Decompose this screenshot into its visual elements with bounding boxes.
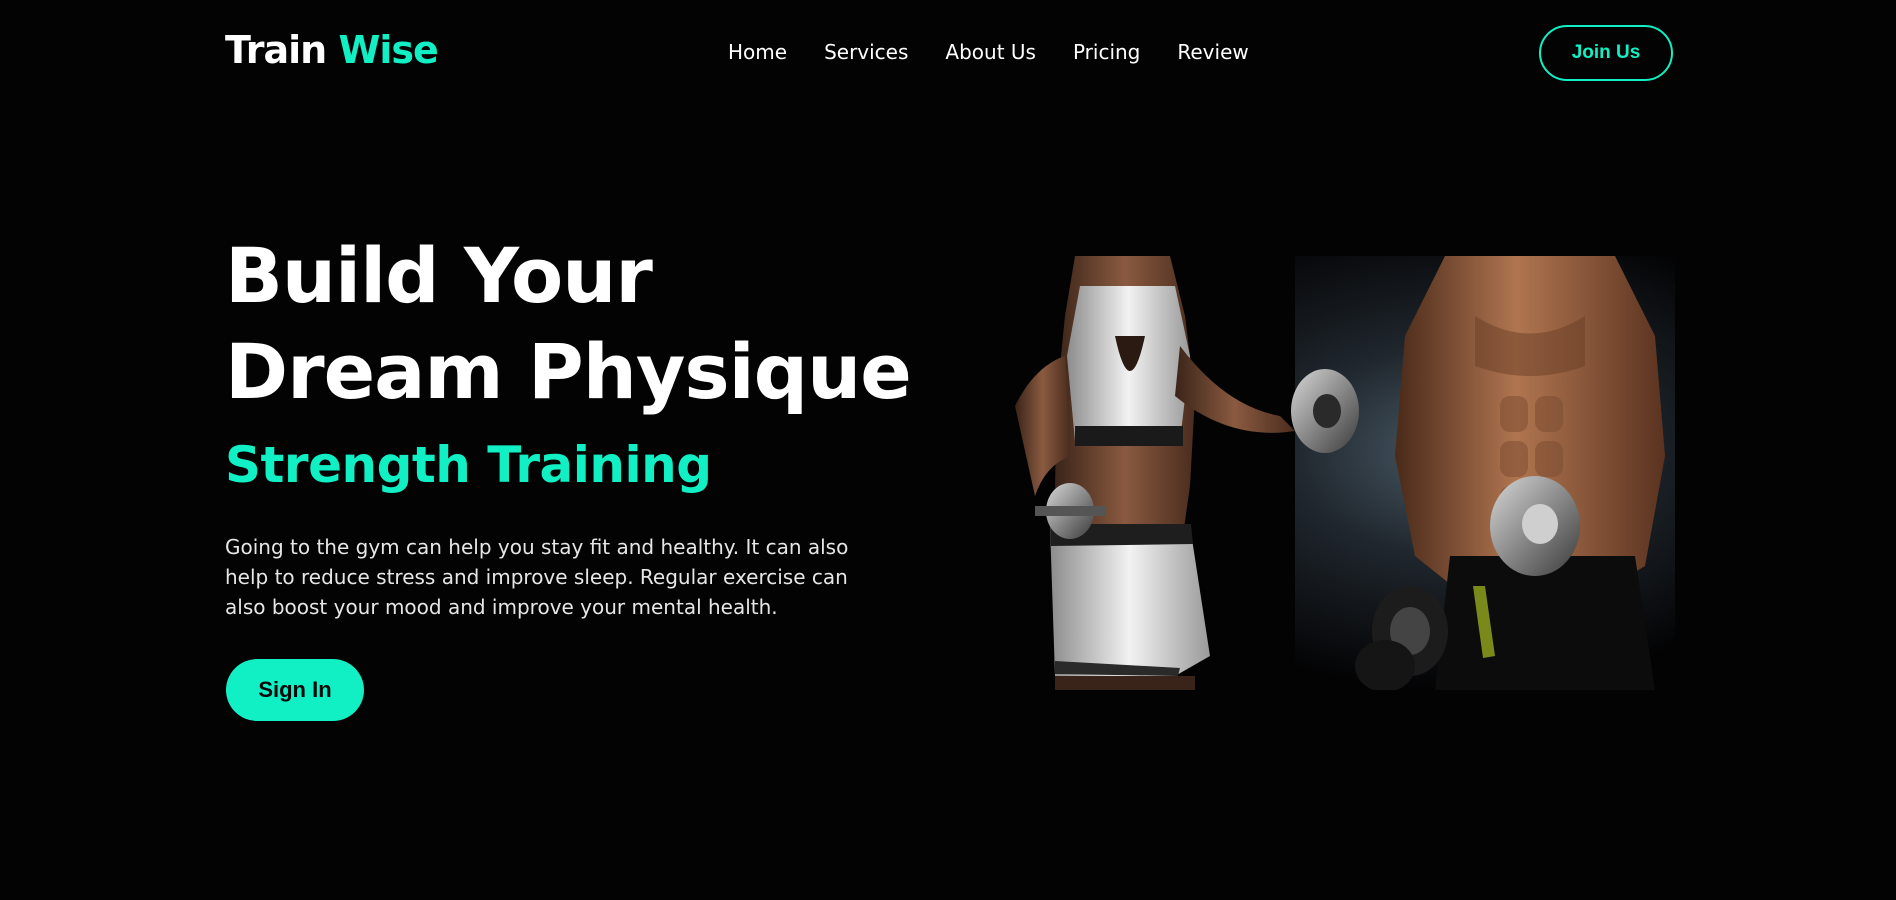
logo[interactable]: Train Wise <box>225 28 439 72</box>
nav-link-home[interactable]: Home <box>728 40 787 64</box>
hero-subtitle: Strength Training <box>225 436 712 494</box>
main-nav: Home Services About Us Pricing Review <box>728 40 1249 64</box>
sign-in-button[interactable]: Sign In <box>226 659 364 721</box>
logo-accent-text: Wise <box>338 28 438 72</box>
hero-athletes-image <box>995 256 1675 690</box>
join-us-button[interactable]: Join Us <box>1539 25 1673 81</box>
nav-link-services[interactable]: Services <box>824 40 908 64</box>
hero-title: Build Your Dream Physique <box>225 228 912 420</box>
logo-primary-text: Train <box>225 28 327 72</box>
nav-link-pricing[interactable]: Pricing <box>1073 40 1140 64</box>
hero-title-line2: Dream Physique <box>225 327 912 416</box>
hero-title-line1: Build Your <box>225 231 653 320</box>
nav-link-review[interactable]: Review <box>1177 40 1248 64</box>
hero-description: Going to the gym can help you stay fit a… <box>225 535 849 619</box>
nav-link-about-us[interactable]: About Us <box>945 40 1036 64</box>
